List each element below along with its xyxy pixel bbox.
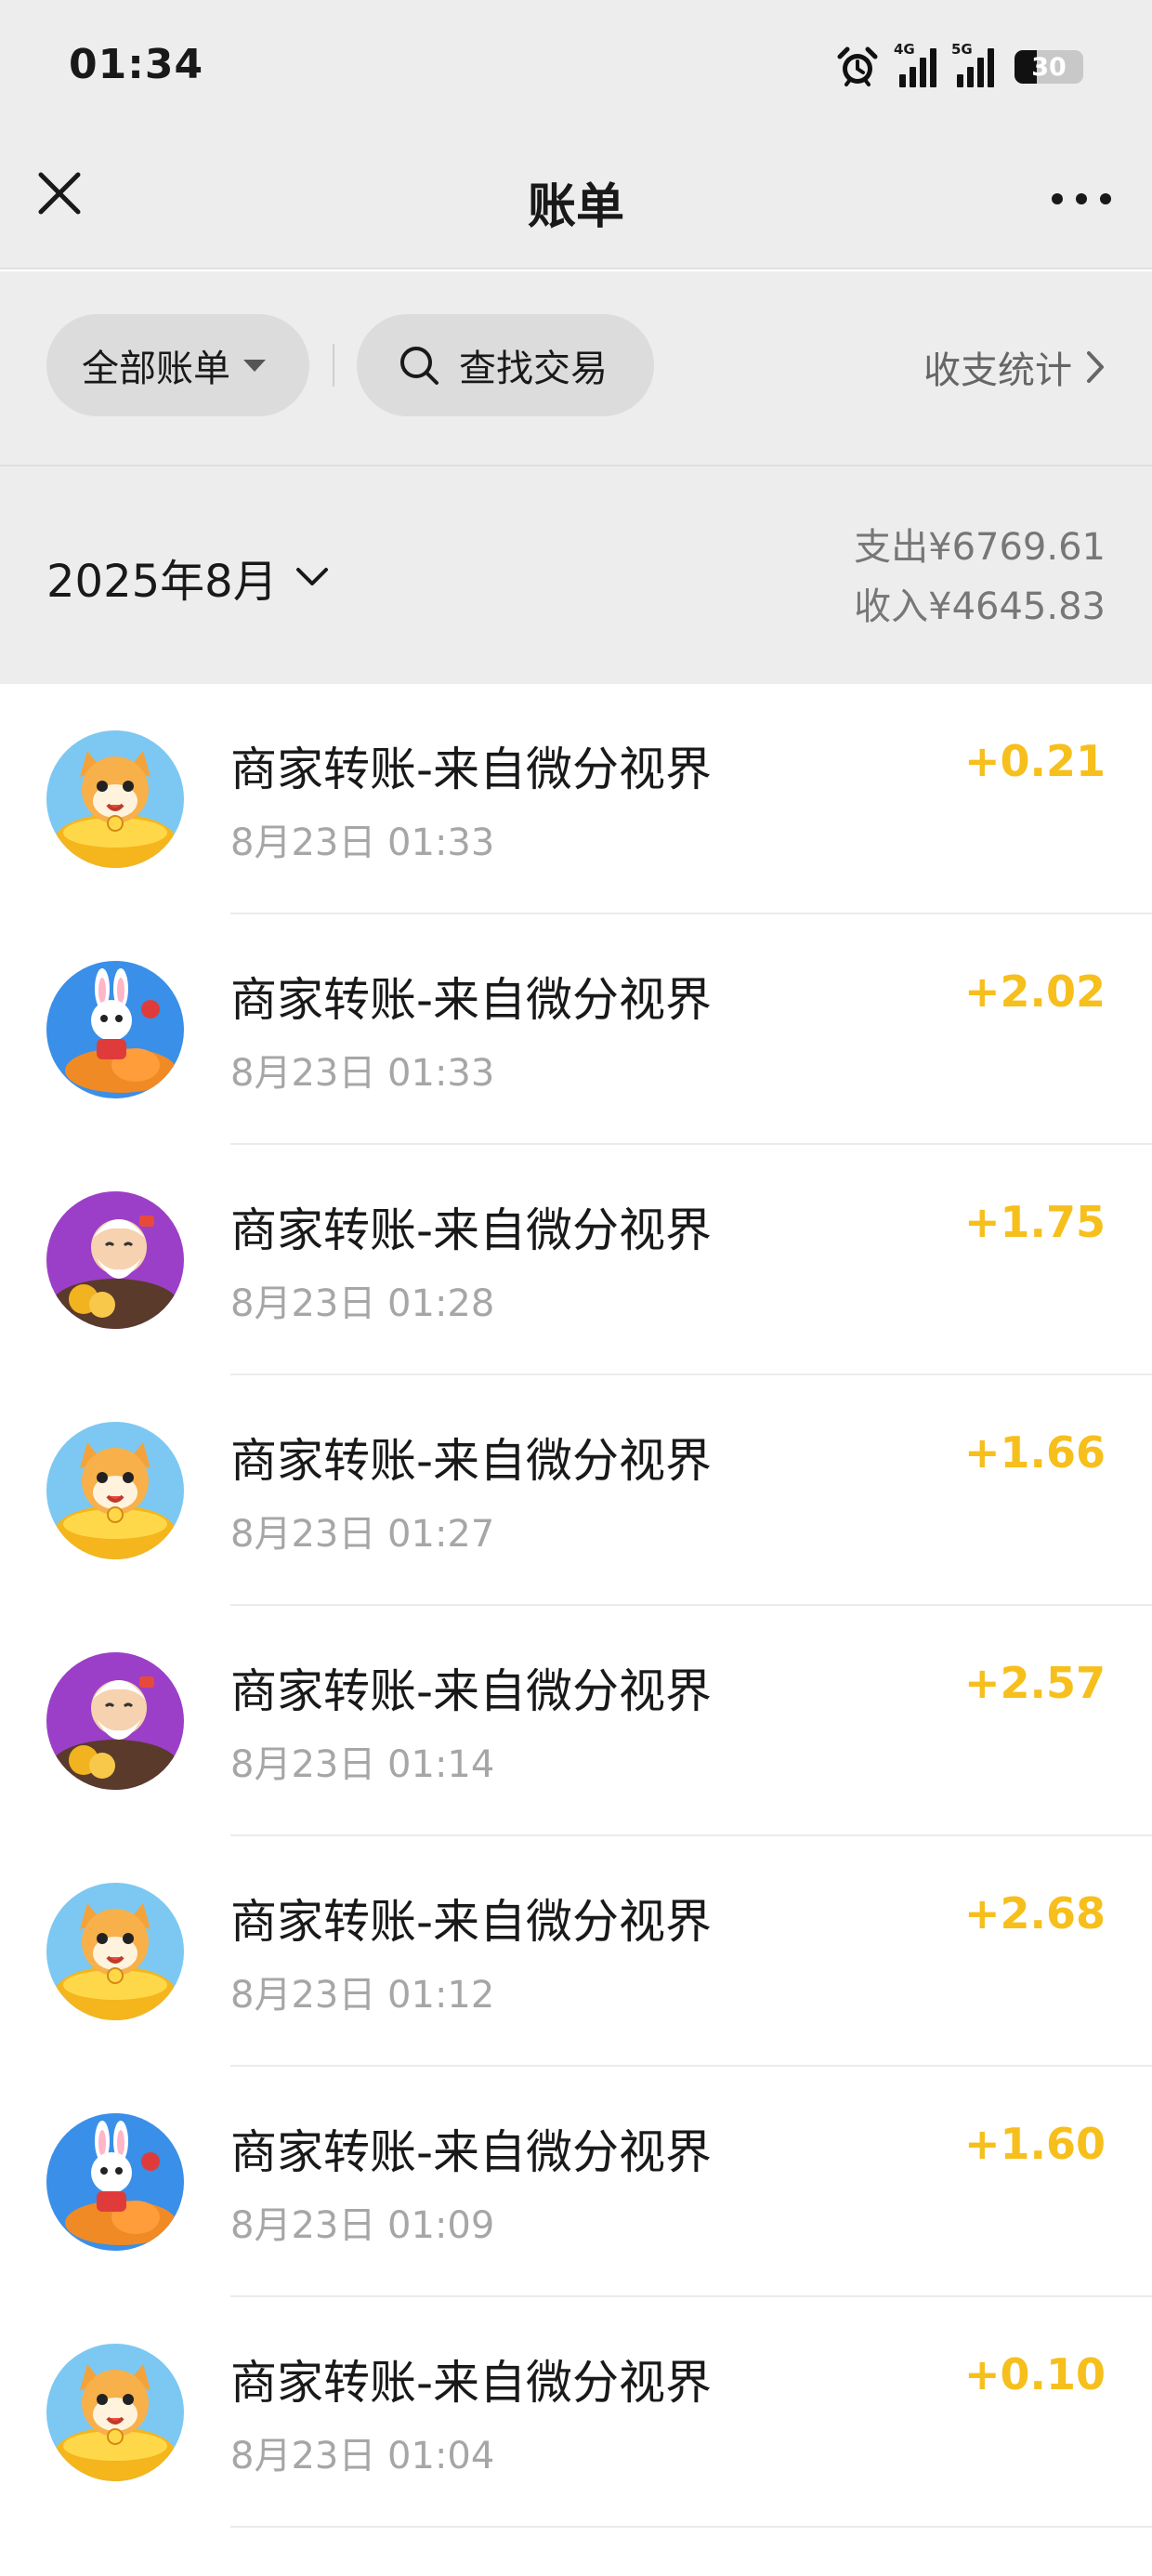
- transaction-title: 商家转账-来自微分视界: [230, 2125, 713, 2179]
- transaction-row[interactable]: 商家转账-来自微分视界 8月23日 01:33 +0.21: [0, 684, 1152, 914]
- expense-total: 支出¥6769.61: [854, 526, 1106, 569]
- cat-avatar-icon: [46, 730, 184, 868]
- month-summary: 2025年8月 支出¥6769.61 收入¥4645.83: [0, 465, 1152, 684]
- signal-4g-icon: 4G: [894, 41, 936, 87]
- status-time: 01:34: [69, 41, 204, 88]
- transaction-row[interactable]: 商家转账-来自微分视界 8月23日 01:14 +2.57: [0, 1606, 1152, 1836]
- transaction-amount: +0.21: [963, 736, 1106, 786]
- transaction-row[interactable]: 商家转账-来自微分视界 8月23日 01:28 +1.75: [0, 1145, 1152, 1375]
- status-icons: 4G 5G 30: [836, 41, 1083, 93]
- page-title: 账单: [527, 179, 624, 235]
- transaction-time: 8月23日 01:12: [230, 1974, 495, 2017]
- battery-level: 30: [1031, 53, 1067, 82]
- income-total: 收入¥4645.83: [854, 585, 1106, 628]
- month-label: 2025年8月: [46, 556, 278, 608]
- battery-icon: 30: [1015, 50, 1083, 84]
- dropdown-arrow-icon: [243, 359, 266, 372]
- transaction-time: 8月23日 01:27: [230, 1513, 495, 1556]
- search-label: 查找交易: [459, 348, 608, 390]
- all-bills-dropdown[interactable]: 全部账单: [46, 314, 309, 416]
- nav-bar: 账单: [0, 139, 1152, 269]
- search-transactions-button[interactable]: 查找交易: [357, 314, 654, 416]
- avatar: [46, 1883, 184, 2020]
- search-icon: [400, 347, 439, 385]
- income-expense-stats-link[interactable]: 收支统计: [923, 340, 1106, 394]
- rabbit-avatar-icon: [46, 2113, 184, 2251]
- transaction-time: 8月23日 01:14: [230, 1743, 495, 1786]
- stats-label: 收支统计: [923, 349, 1072, 392]
- transaction-title: 商家转账-来自微分视界: [230, 1664, 713, 1718]
- avatar: [46, 1422, 184, 1559]
- divider: [333, 344, 334, 387]
- cat-avatar-icon: [46, 1883, 184, 2020]
- cat-avatar-icon: [46, 2344, 184, 2481]
- transaction-amount: +2.68: [963, 1888, 1106, 1939]
- avatar: [46, 2344, 184, 2481]
- signal-5g-icon: 5G: [951, 41, 994, 87]
- transaction-time: 8月23日 01:28: [230, 1282, 495, 1325]
- transaction-time: 8月23日 01:33: [230, 1052, 495, 1095]
- transaction-time: 8月23日 01:04: [230, 2435, 495, 2477]
- avatar: [46, 2113, 184, 2251]
- old-man-avatar-icon: [46, 1652, 184, 1790]
- transaction-title: 商家转账-来自微分视界: [230, 1434, 713, 1488]
- transaction-amount: +1.75: [963, 1197, 1106, 1247]
- transaction-time: 8月23日 01:09: [230, 2204, 495, 2247]
- old-man-avatar-icon: [46, 1191, 184, 1329]
- transaction-amount: +2.57: [963, 1658, 1106, 1708]
- avatar: [46, 961, 184, 1098]
- avatar: [46, 1191, 184, 1329]
- transaction-row[interactable]: 商家转账-来自微分视界 8月23日 01:04 +0.10: [0, 2297, 1152, 2528]
- transaction-title: 商家转账-来自微分视界: [230, 2356, 713, 2410]
- transaction-amount: +2.02: [963, 966, 1106, 1017]
- transaction-title: 商家转账-来自微分视界: [230, 1203, 713, 1257]
- filter-bar: 全部账单 查找交易 收支统计: [0, 271, 1152, 465]
- alarm-icon: [837, 46, 878, 86]
- avatar: [46, 1652, 184, 1790]
- transaction-title: 商家转账-来自微分视界: [230, 1895, 713, 1949]
- status-bar: 01:34 4G 5G 30: [0, 0, 1152, 139]
- transaction-row[interactable]: 商家转账-来自微分视界 8月23日 01:27 +1.66: [0, 1375, 1152, 1606]
- chevron-down-icon: [295, 568, 328, 585]
- transaction-row[interactable]: 商家转账-来自微分视界 8月23日 01:12 +2.68: [0, 1836, 1152, 2067]
- transaction-row[interactable]: 商家转账-来自微分视界 8月23日 01:09 +1.60: [0, 2067, 1152, 2297]
- transaction-time: 8月23日 01:33: [230, 821, 495, 864]
- all-bills-label: 全部账单: [82, 348, 230, 390]
- transaction-amount: +0.10: [963, 2349, 1106, 2399]
- transaction-title: 商家转账-来自微分视界: [230, 743, 713, 796]
- transaction-list: 商家转账-来自微分视界 8月23日 01:33 +0.21 商家转账-来自微分视…: [0, 684, 1152, 2528]
- month-selector[interactable]: 2025年8月: [46, 545, 330, 610]
- chevron-right-icon: [1087, 351, 1104, 383]
- avatar: [46, 730, 184, 868]
- row-divider: [230, 2526, 1152, 2528]
- transaction-title: 商家转账-来自微分视界: [230, 973, 713, 1027]
- transaction-amount: +1.66: [963, 1427, 1106, 1478]
- cat-avatar-icon: [46, 1422, 184, 1559]
- transaction-row[interactable]: 商家转账-来自微分视界 8月23日 01:33 +2.02: [0, 914, 1152, 1145]
- more-icon[interactable]: [1044, 173, 1119, 225]
- rabbit-avatar-icon: [46, 961, 184, 1098]
- transaction-amount: +1.60: [963, 2119, 1106, 2169]
